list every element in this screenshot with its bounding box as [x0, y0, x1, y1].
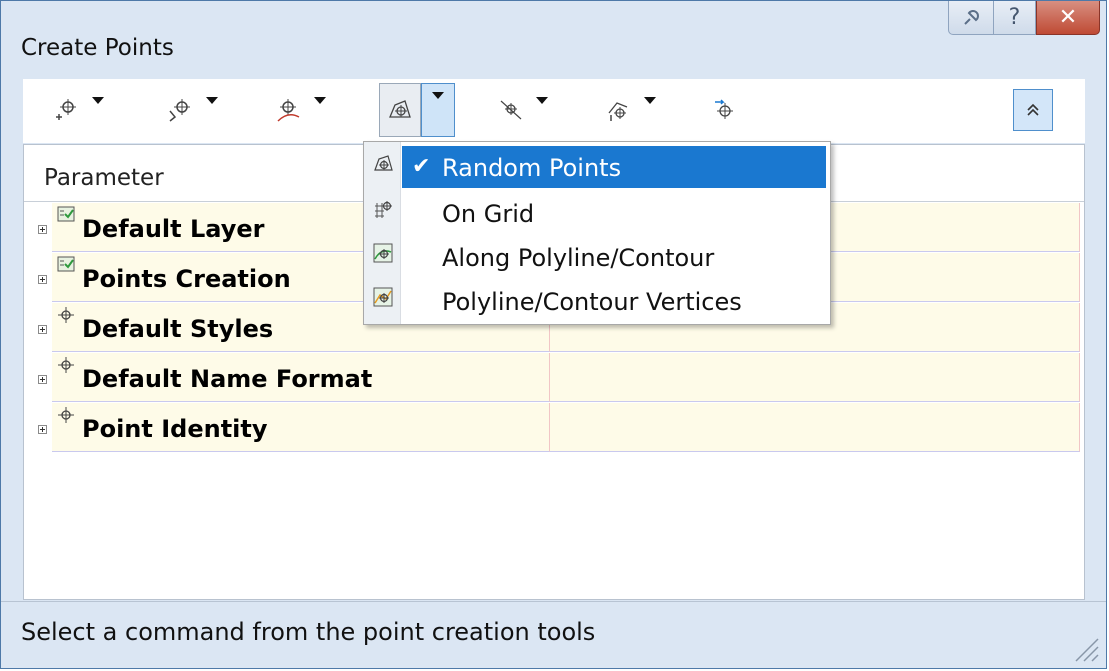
create-points-window: Create Points ? ✕ Parameter Default Laye…: [0, 0, 1107, 669]
help-button[interactable]: ?: [994, 1, 1036, 35]
grid-points-icon: [375, 201, 392, 218]
dropdown-arrow-icon: [92, 97, 104, 104]
polyline-vertices-icon: [373, 287, 393, 307]
intersection-points-button[interactable]: [159, 83, 201, 137]
dropdown-arrow-icon: [206, 97, 218, 104]
point-interpolate-icon: [500, 100, 522, 120]
interpolate-points-button[interactable]: [489, 83, 531, 137]
close-button[interactable]: ✕: [1036, 1, 1100, 35]
table-row[interactable]: Point Identity: [24, 403, 1084, 453]
row-label: Default Name Format: [82, 365, 373, 393]
point-marker-icon: [58, 307, 74, 323]
point-convert-icon: [715, 99, 733, 119]
expand-icon[interactable]: [38, 425, 47, 434]
misc-points-dropdown[interactable]: [87, 83, 109, 137]
point-marker-icon: [58, 407, 74, 423]
help-icon: ?: [1008, 5, 1021, 30]
menu-item-label: Along Polyline/Contour: [442, 244, 715, 272]
menu-item-on-grid[interactable]: On Grid: [364, 190, 830, 234]
polyline-points-icon: [373, 243, 393, 263]
interpolate-points-dropdown[interactable]: [531, 83, 553, 137]
intersection-points-dropdown[interactable]: [201, 83, 223, 137]
menu-item-random-points[interactable]: ✔ Random Points: [364, 144, 830, 188]
misc-points-button[interactable]: [45, 83, 87, 137]
close-icon: ✕: [1058, 5, 1078, 30]
row-label: Points Creation: [82, 265, 291, 293]
point-marker-icon: [58, 357, 74, 373]
random-points-icon: [374, 155, 393, 171]
point-slope-icon: [608, 102, 628, 121]
pin-button[interactable]: [948, 1, 994, 35]
point-intersection-icon: [169, 99, 190, 122]
layer-check-icon: [57, 206, 75, 222]
surface-points-dropdown[interactable]: [421, 83, 455, 137]
point-surface-icon: [389, 100, 411, 118]
layer-check-icon: [57, 256, 75, 272]
table-row[interactable]: Default Name Format: [24, 353, 1084, 403]
caption-buttons: ? ✕: [948, 1, 1100, 37]
point-creation-toolbar: [23, 79, 1085, 143]
window-title: Create Points: [21, 35, 174, 61]
row-value: [550, 403, 1080, 452]
dropdown-arrow-icon: [644, 97, 656, 104]
parameter-column-header: Parameter: [44, 165, 164, 191]
expand-icon[interactable]: [38, 375, 47, 384]
menu-item-polyline-contour-vertices[interactable]: Polyline/Contour Vertices: [364, 278, 830, 322]
surface-points-button[interactable]: [379, 83, 421, 137]
checkmark-icon: ✔: [412, 154, 431, 179]
status-bar: Select a command from the point creation…: [1, 601, 1106, 668]
alignment-points-button[interactable]: [267, 83, 309, 137]
expand-icon[interactable]: [38, 325, 47, 334]
menu-item-label: Random Points: [442, 154, 622, 182]
expand-icon[interactable]: [38, 275, 47, 284]
collapse-toolbar-button[interactable]: [1013, 89, 1053, 131]
resize-grip-icon[interactable]: [1070, 633, 1100, 663]
pin-icon: [964, 9, 979, 25]
dropdown-arrow-icon: [314, 97, 326, 104]
double-chevron-up-icon: [1027, 103, 1039, 116]
menu-item-label: Polyline/Contour Vertices: [442, 288, 742, 316]
surface-points-menu: ✔ Random Points On Grid Along Polyline/C…: [363, 141, 831, 325]
alignment-points-dropdown[interactable]: [309, 83, 331, 137]
status-text: Select a command from the point creation…: [21, 618, 596, 646]
dropdown-arrow-icon: [536, 97, 548, 104]
point-add-icon: [56, 99, 76, 120]
menu-item-label: On Grid: [442, 200, 535, 228]
menu-item-along-polyline-contour[interactable]: Along Polyline/Contour: [364, 234, 830, 278]
point-alignment-icon: [277, 99, 300, 122]
row-label: Point Identity: [82, 415, 268, 443]
row-label: Default Styles: [82, 315, 274, 343]
slope-points-dropdown[interactable]: [639, 83, 661, 137]
convert-points-button[interactable]: [703, 83, 745, 137]
dropdown-arrow-icon: [432, 92, 444, 99]
row-value: [550, 353, 1080, 402]
row-label: Default Layer: [82, 215, 265, 243]
slope-points-button[interactable]: [597, 83, 639, 137]
expand-icon[interactable]: [38, 225, 47, 234]
